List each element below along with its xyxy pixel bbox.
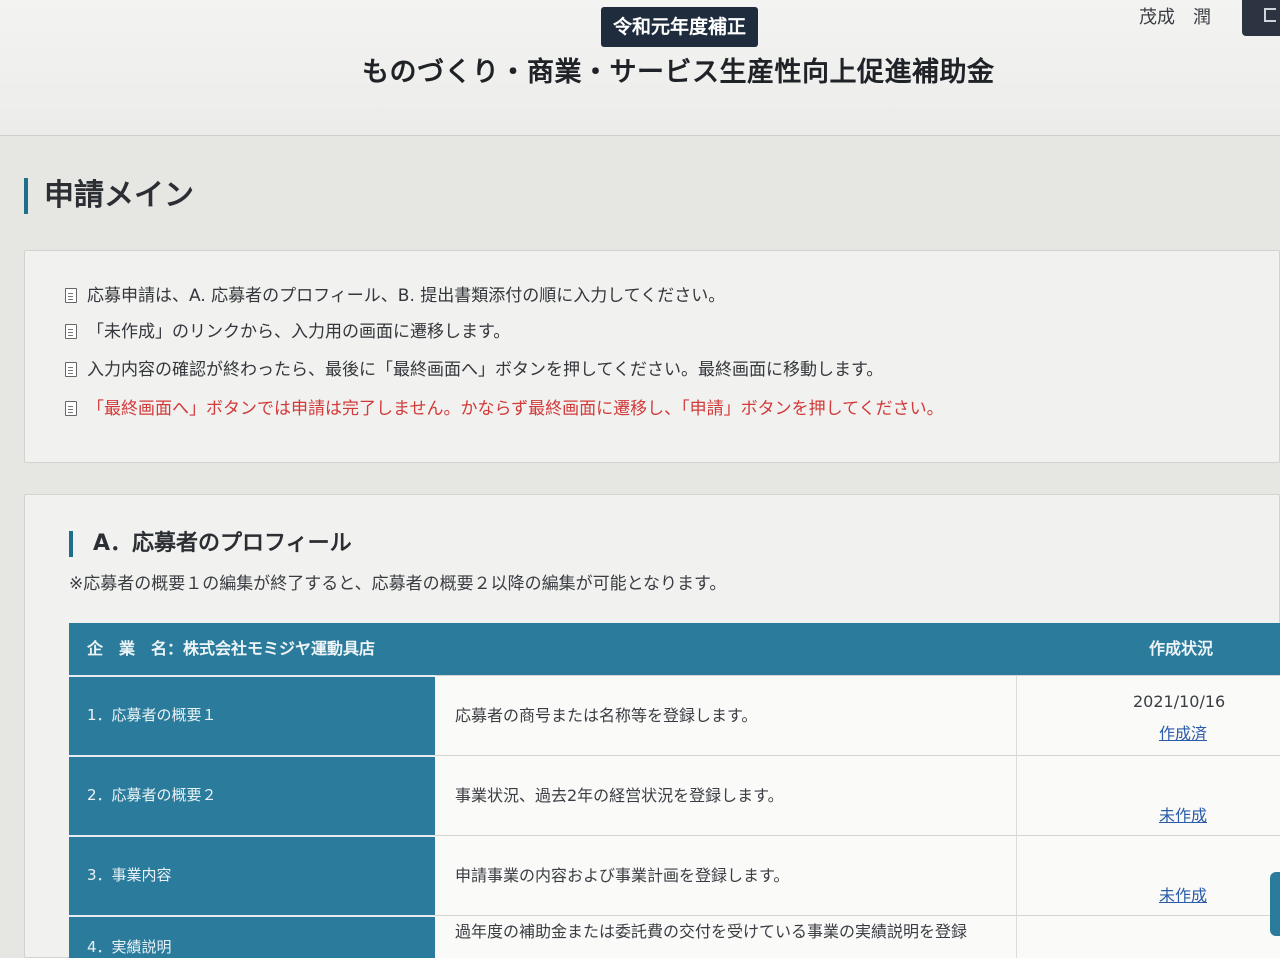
status-link-not-created[interactable]: 未作成 [1159, 802, 1207, 826]
notice-item: 入力内容の確認が終わったら、最後に「最終画面へ」ボタンを押してください。最終画面… [65, 358, 883, 382]
row-description: 応募者の商号または名称等を登録します。 [435, 675, 1017, 755]
notice-text: 応募申請は、A. 応募者のプロフィール、B. 提出書類添付の順に入力してください… [87, 286, 726, 306]
notice-text: 入力内容の確認が終わったら、最後に「最終画面へ」ボタンを押してください。最終画面… [87, 360, 884, 380]
site-header: 令和元年度補正 ものづくり・商業・サービス生産性向上促進補助金 茂成 潤 [0, 0, 1280, 136]
row-description: 申請事業の内容および事業計画を登録します。 [435, 835, 1017, 915]
table-header: 企 業 名：株式会社モミジヤ運動具店 作成状況 [69, 623, 1280, 675]
row-description: 過年度の補助金または委託費の交付を受けている事業の実績説明を登録 [435, 915, 1017, 958]
profile-table: 企 業 名：株式会社モミジヤ運動具店 作成状況 1．応募者の概要１ 応募者の商号… [69, 623, 1280, 958]
row-status: 未作成 [1017, 755, 1280, 835]
page-title: 申請メイン [24, 178, 194, 214]
logout-button[interactable] [1242, 0, 1280, 36]
section-note: ※応募者の概要１の編集が終了すると、応募者の概要２以降の編集が可能となります。 [69, 574, 727, 594]
row-status [1017, 915, 1280, 958]
row-status: 2021/10/16 作成済 [1017, 675, 1280, 755]
instructions-panel: 応募申請は、A. 応募者のプロフィール、B. 提出書類添付の順に入力してください… [24, 250, 1280, 463]
table-row: 2．応募者の概要２ 事業状況、過去2年の経営状況を登録します。 未作成 [69, 755, 1280, 835]
notice-text: 「未作成」のリンクから、入力用の画面に遷移します。 [87, 322, 511, 342]
document-icon [65, 401, 77, 416]
status-date: 2021/10/16 [1133, 692, 1226, 711]
row-description: 事業状況、過去2年の経営状況を登録します。 [435, 755, 1017, 835]
document-icon [65, 288, 77, 303]
table-row: 1．応募者の概要１ 応募者の商号または名称等を登録します。 2021/10/16… [69, 675, 1280, 755]
table-row: 3．事業内容 申請事業の内容および事業計画を登録します。 未作成 [69, 835, 1280, 915]
company-name: 企 業 名：株式会社モミジヤ運動具店 [87, 639, 376, 658]
user-name: 茂成 潤 [1139, 7, 1211, 28]
notice-item-warning: 「最終画面へ」ボタンでは申請は完了しません。かならず最終画面に遷移し、「申請」ボ… [65, 397, 944, 421]
row-label: 4．実績説明 [69, 915, 435, 958]
table-row: 4．実績説明 過年度の補助金または委託費の交付を受けている事業の実績説明を登録 [69, 915, 1280, 958]
row-status: 未作成 [1017, 835, 1280, 915]
status-column-header: 作成状況 [1149, 639, 1214, 658]
document-icon [65, 362, 77, 377]
applicant-profile-section: A．応募者のプロフィール ※応募者の概要１の編集が終了すると、応募者の概要２以降… [24, 494, 1280, 958]
notice-text: 「最終画面へ」ボタンでは申請は完了しません。かならず最終画面に遷移し、「申請」ボ… [87, 399, 944, 419]
notice-item: 応募申請は、A. 応募者のプロフィール、B. 提出書類添付の順に入力してください… [65, 284, 725, 308]
logout-icon [1264, 8, 1276, 22]
status-link-completed[interactable]: 作成済 [1159, 720, 1207, 744]
notice-item: 「未作成」のリンクから、入力用の画面に遷移します。 [65, 320, 510, 344]
section-title: A．応募者のプロフィール [69, 531, 352, 557]
row-label: 3．事業内容 [69, 835, 435, 915]
document-icon [65, 324, 77, 339]
site-title: ものづくり・商業・サービス生産性向上促進補助金 [362, 57, 995, 88]
row-label: 2．応募者の概要２ [69, 755, 435, 835]
row-label: 1．応募者の概要１ [69, 675, 435, 755]
side-scroll-tab[interactable] [1270, 872, 1280, 936]
fiscal-year-badge: 令和元年度補正 [601, 7, 759, 47]
status-link-not-created[interactable]: 未作成 [1159, 882, 1207, 906]
